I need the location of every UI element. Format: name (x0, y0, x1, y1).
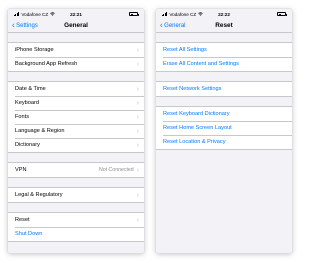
row-label: VPN (15, 167, 27, 173)
signal-icon (162, 12, 168, 16)
vpn-row[interactable]: VPN Not Connected › (8, 163, 144, 177)
date-time-row[interactable]: Date & Time › (8, 82, 144, 96)
back-button-settings[interactable]: ‹ Settings (12, 19, 38, 33)
wifi-icon (198, 12, 203, 16)
chevron-right-icon: › (136, 127, 139, 135)
erase-all-content-row[interactable]: Erase All Content and Settings (156, 57, 292, 71)
wifi-icon (50, 12, 55, 16)
navigation-bar: ‹ Settings General (8, 19, 144, 33)
back-button-general[interactable]: ‹ General (160, 19, 186, 33)
row-label: Reset Keyboard Dictionary (163, 111, 230, 117)
chevron-left-icon: ‹ (160, 20, 163, 30)
vpn-group: VPN Not Connected › (8, 162, 144, 178)
chevron-left-icon: ‹ (12, 20, 15, 30)
status-right (129, 12, 139, 16)
row-label: Reset (15, 217, 30, 223)
row-label: Reset Network Settings (163, 86, 222, 92)
reset-row[interactable]: Reset › (8, 213, 144, 227)
general-screen: Vodafone CZ 22:21 ‹ Settings General iPh… (8, 9, 144, 253)
carrier-label: Vodafone CZ (21, 11, 49, 17)
chevron-right-icon: › (136, 166, 139, 174)
row-label: Language & Region (15, 128, 65, 134)
status-right (277, 12, 287, 16)
keyboard-row[interactable]: Keyboard › (8, 96, 144, 110)
status-bar: Vodafone CZ 22:22 (156, 9, 292, 19)
reset-settings-group: Reset All Settings Erase All Content and… (156, 42, 292, 72)
shut-down-row[interactable]: Shut Down (8, 227, 144, 241)
status-left: Vodafone CZ (14, 12, 55, 17)
iphone-storage-row[interactable]: iPhone Storage › (8, 43, 144, 57)
legal-regulatory-row[interactable]: Legal & Regulatory › (8, 188, 144, 202)
fonts-row[interactable]: Fonts › (8, 110, 144, 124)
back-label: Settings (16, 23, 38, 29)
chevron-right-icon: › (136, 99, 139, 107)
status-left: Vodafone CZ (162, 12, 203, 17)
row-label: Erase All Content and Settings (163, 61, 239, 67)
signal-icon (14, 12, 20, 16)
battery-icon (277, 12, 287, 16)
row-label: Legal & Regulatory (15, 192, 63, 198)
legal-group: Legal & Regulatory › (8, 187, 144, 203)
row-label: Reset Home Screen Layout (163, 125, 232, 131)
misc-reset-group: Reset Keyboard Dictionary Reset Home Scr… (156, 106, 292, 150)
chevron-right-icon: › (136, 46, 139, 54)
vpn-status: Not Connected (99, 167, 134, 173)
background-app-refresh-row[interactable]: Background App Refresh › (8, 57, 144, 71)
row-label: Reset Location & Privacy (163, 139, 226, 145)
chevron-right-icon: › (136, 216, 139, 224)
row-label: Date & Time (15, 86, 46, 92)
chevron-right-icon: › (136, 60, 139, 68)
chevron-right-icon: › (136, 141, 139, 149)
reset-all-settings-row[interactable]: Reset All Settings (156, 43, 292, 57)
row-label: Reset All Settings (163, 47, 207, 53)
navigation-bar: ‹ General Reset (156, 19, 292, 33)
battery-icon (129, 12, 139, 16)
carrier-label: Vodafone CZ (169, 11, 197, 17)
reset-group: Reset › Shut Down (8, 212, 144, 242)
row-label: Background App Refresh (15, 61, 78, 67)
chevron-right-icon: › (136, 191, 139, 199)
dictionary-row[interactable]: Dictionary › (8, 138, 144, 152)
reset-screen: Vodafone CZ 22:22 ‹ General Reset Reset … (156, 9, 292, 253)
row-label: Keyboard (15, 100, 39, 106)
chevron-right-icon: › (136, 85, 139, 93)
network-group: Reset Network Settings (156, 81, 292, 97)
status-bar: Vodafone CZ 22:21 (8, 9, 144, 19)
back-label: General (164, 23, 186, 29)
reset-network-settings-row[interactable]: Reset Network Settings (156, 82, 292, 96)
chevron-right-icon: › (136, 113, 139, 121)
row-label: iPhone Storage (15, 47, 54, 53)
row-label: Fonts (15, 114, 29, 120)
language-region-row[interactable]: Language & Region › (8, 124, 144, 138)
locale-group: Date & Time › Keyboard › Fonts › Languag… (8, 81, 144, 153)
reset-home-screen-layout-row[interactable]: Reset Home Screen Layout (156, 121, 292, 135)
row-label: Dictionary (15, 142, 40, 148)
storage-group: iPhone Storage › Background App Refresh … (8, 42, 144, 72)
reset-location-privacy-row[interactable]: Reset Location & Privacy (156, 135, 292, 149)
row-label: Shut Down (15, 231, 43, 237)
reset-keyboard-dictionary-row[interactable]: Reset Keyboard Dictionary (156, 107, 292, 121)
